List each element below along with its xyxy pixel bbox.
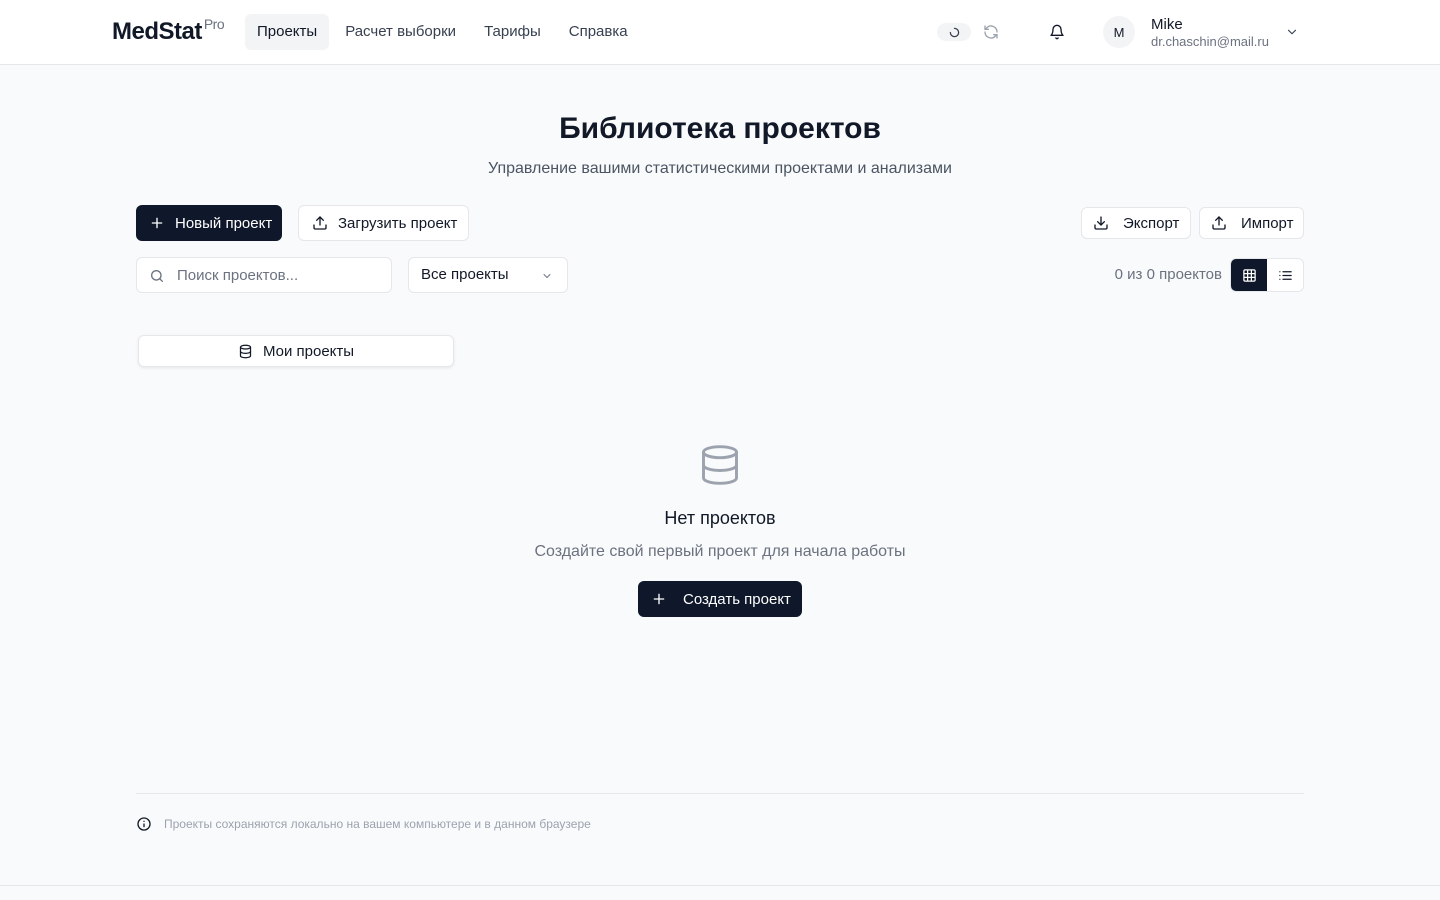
- main-nav: Проекты Расчет выборки Тарифы Справка: [245, 14, 640, 50]
- logo[interactable]: MedStat Pro: [112, 16, 225, 46]
- create-project-button[interactable]: Создать проект: [638, 581, 802, 617]
- empty-state-title: Нет проектов: [664, 508, 776, 528]
- search-box: [136, 257, 392, 293]
- nav-item-projects[interactable]: Проекты: [245, 14, 330, 50]
- view-toggle: [1230, 258, 1304, 292]
- user-name[interactable]: Mike: [1151, 16, 1183, 33]
- tab-my-projects-label: Мои проекты: [262, 342, 355, 360]
- new-project-label: Новый проект: [175, 214, 273, 232]
- list-icon: [1278, 270, 1292, 280]
- footer-divider: [136, 793, 1304, 794]
- project-count: 0 из 0 проектов: [1114, 266, 1222, 283]
- logo-text: MedStat: [112, 18, 202, 45]
- notifications-button[interactable]: [1047, 22, 1067, 42]
- loading-icon: [949, 27, 959, 37]
- bottom-divider: [0, 885, 1440, 886]
- avatar[interactable]: M: [1103, 16, 1135, 48]
- export-button[interactable]: Экспорт: [1081, 207, 1191, 239]
- download-icon: [1094, 216, 1108, 230]
- footer-note: Проекты сохраняются локально на вашем ко…: [136, 816, 591, 832]
- page-title: Библиотека проектов: [559, 112, 881, 145]
- new-project-button[interactable]: Новый проект: [136, 205, 282, 241]
- upload-icon: [1212, 216, 1226, 230]
- upload-project-label: Загрузить проект: [338, 214, 458, 232]
- search-input[interactable]: [177, 258, 385, 292]
- info-icon: [137, 817, 151, 831]
- chevron-down-icon: [543, 274, 551, 278]
- plus-icon: [653, 593, 665, 605]
- empty-state-text: Создайте свой первый проект для начала р…: [534, 543, 906, 560]
- nav-item-pricing[interactable]: Тарифы: [472, 14, 553, 50]
- upload-project-button[interactable]: Загрузить проект: [298, 205, 469, 241]
- project-filter-value: Все проекты: [421, 266, 509, 283]
- project-filter-select[interactable]: Все проекты: [408, 257, 568, 293]
- user-menu-toggle[interactable]: [1282, 22, 1302, 42]
- search-icon: [151, 270, 163, 282]
- grid-icon: [1242, 268, 1256, 282]
- import-label: Импорт: [1241, 214, 1294, 232]
- refresh-icon: [984, 25, 998, 39]
- sync-status-indicator[interactable]: [937, 23, 971, 41]
- import-button[interactable]: Импорт: [1199, 207, 1304, 239]
- bell-icon: [1050, 24, 1064, 40]
- export-label: Экспорт: [1123, 214, 1180, 232]
- nav-item-help[interactable]: Справка: [557, 14, 640, 50]
- nav-item-sample-size[interactable]: Расчет выборки: [333, 14, 468, 50]
- grid-view-button[interactable]: [1231, 259, 1267, 291]
- footer-note-text: Проекты сохраняются локально на вашем ко…: [164, 817, 591, 831]
- database-icon: [239, 344, 252, 358]
- list-view-button[interactable]: [1267, 259, 1303, 291]
- page-subtitle: Управление вашими статистическими проект…: [488, 160, 952, 177]
- logo-badge: Pro: [203, 16, 225, 32]
- plus-icon: [151, 217, 163, 229]
- top-header: MedStat Pro Проекты Расчет выборки Тарифы…: [0, 0, 1440, 65]
- create-project-label: Создать проект: [683, 590, 791, 608]
- refresh-button[interactable]: [981, 22, 1001, 42]
- chevron-down-icon: [1287, 29, 1297, 35]
- tab-my-projects[interactable]: Мои проекты: [138, 335, 454, 367]
- upload-icon: [313, 216, 327, 230]
- user-email: dr.chaschin@mail.ru: [1151, 34, 1269, 49]
- database-icon: [702, 445, 738, 485]
